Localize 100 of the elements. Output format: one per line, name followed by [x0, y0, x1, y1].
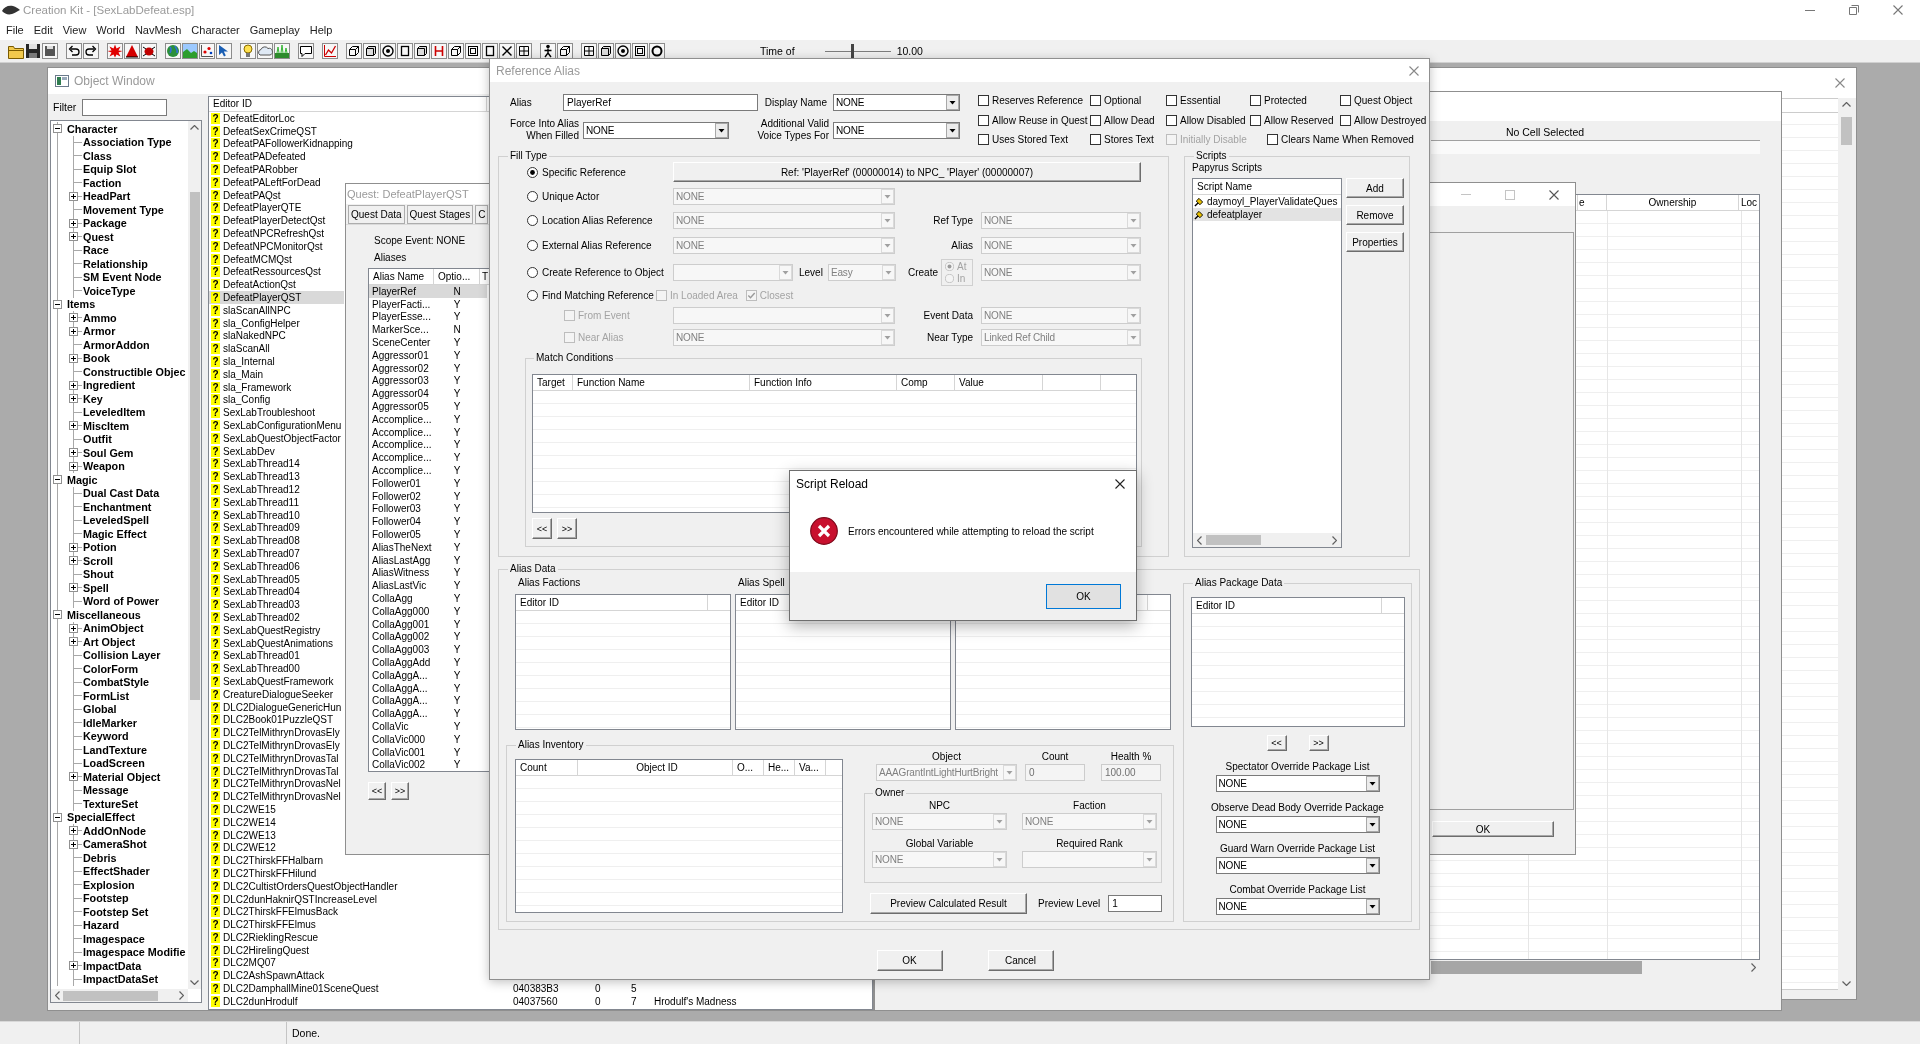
frame-icon[interactable] — [397, 43, 413, 59]
table-row[interactable]: PlayerRef N — [369, 285, 487, 298]
column-header[interactable]: O... — [733, 760, 764, 775]
list-row[interactable]: ? DLC2ThirskFFHalbarn — [209, 854, 344, 867]
caret-icon[interactable] — [946, 94, 959, 110]
list-row[interactable]: ? sla_Internal — [209, 355, 344, 368]
minus-box-icon[interactable] — [53, 124, 62, 134]
caret-icon[interactable] — [715, 122, 728, 138]
column-header[interactable]: Editor ID — [516, 595, 708, 610]
table-row[interactable]: CollaAgg002 Y — [369, 630, 487, 644]
list-row[interactable]: ? DefeatPAQst — [209, 188, 344, 202]
table-row[interactable]: AliasLastAgg Y — [369, 553, 487, 567]
tree-item[interactable]: AddOnNode — [83, 824, 146, 837]
table-row[interactable]: AliasTheNext Y — [369, 540, 487, 554]
grid-icon[interactable] — [581, 43, 597, 59]
dropdown[interactable]: NONE — [1215, 898, 1380, 915]
table-row[interactable]: Follower03 Y — [369, 502, 487, 516]
plus-box-icon[interactable] — [69, 623, 78, 633]
bug-icon[interactable] — [141, 43, 157, 59]
table-row[interactable]: CollaVic Y — [369, 720, 487, 733]
plus-box-icon[interactable] — [69, 839, 78, 849]
tree-item[interactable]: Potion — [83, 541, 117, 554]
list-row[interactable]: ? sla_Main — [209, 367, 344, 381]
list-row[interactable]: ? DefeatEditorLoc — [209, 112, 488, 125]
tree-item[interactable]: Word of Power — [83, 595, 159, 608]
column-header[interactable]: Optio... — [434, 269, 480, 284]
column-header[interactable]: Editor ID — [1192, 598, 1382, 613]
speech-bubble-icon[interactable] — [298, 43, 314, 59]
tree-item[interactable]: Quest — [83, 230, 114, 243]
previous-button[interactable]: << — [1266, 735, 1287, 751]
dropdown[interactable]: NONE — [583, 121, 729, 139]
tree-item[interactable]: Imagespace — [83, 932, 145, 945]
plus-box-icon[interactable] — [69, 556, 78, 566]
tree-item[interactable]: LandTexture — [83, 743, 147, 756]
slider-thumb[interactable] — [850, 44, 854, 58]
column-header[interactable]: Count — [516, 760, 578, 775]
list-row[interactable]: ? SexLabThread05 — [209, 572, 344, 586]
list-row[interactable]: ? DLC2DialogueGenericHun — [209, 700, 344, 714]
radio-button[interactable] — [527, 266, 538, 278]
list-row[interactable]: ? DLC2ThirskFFHilund — [209, 867, 488, 880]
list-row[interactable]: ? DefeatPlayerQTE — [209, 201, 344, 215]
chevron-right-icon[interactable] — [179, 991, 184, 1000]
table-row[interactable]: CollaAgg001 Y — [369, 617, 487, 631]
list-row[interactable]: ? DefeatPlayerDetectQst — [209, 214, 344, 228]
table-row[interactable]: CollaAggA... Y — [369, 668, 487, 682]
checkbox[interactable] — [1090, 134, 1101, 146]
tree-item[interactable]: EffectShader — [83, 865, 150, 878]
list-row[interactable]: ? DLC2TelMithrynDrovasNel — [209, 777, 344, 791]
table-row[interactable]: Aggressor03 Y — [369, 374, 487, 388]
list-row[interactable]: ? slaNakedNPC — [209, 329, 344, 343]
list-row[interactable]: ? DefeatSexCrimeQST — [209, 124, 488, 138]
list-row[interactable]: ? SexLabThread13 — [209, 470, 344, 484]
column-header[interactable]: Comp — [897, 375, 955, 390]
menu-item[interactable]: Character — [186, 24, 245, 36]
filter-field[interactable] — [82, 98, 167, 116]
ring-icon[interactable] — [649, 43, 665, 59]
column-header[interactable]: Value — [955, 375, 1043, 390]
plus-box-icon[interactable] — [69, 313, 78, 323]
list-row[interactable]: ? sla_Framework — [209, 380, 344, 394]
tree-item[interactable]: Magic — [67, 473, 98, 486]
minus-box-icon[interactable] — [53, 475, 62, 485]
caret-icon[interactable] — [1365, 858, 1379, 873]
tree-item[interactable]: Scroll — [83, 554, 113, 567]
caret-icon[interactable] — [946, 122, 959, 138]
table-row[interactable]: Follower04 Y — [369, 515, 487, 529]
tree-item[interactable]: Relationship — [83, 257, 148, 270]
chevron-right-icon[interactable] — [1332, 535, 1337, 545]
tree-item[interactable]: Constructible Objec — [83, 365, 186, 378]
tree-item[interactable]: Spell — [83, 581, 109, 594]
cube-icon[interactable] — [557, 43, 573, 59]
chevron-left-icon[interactable] — [1197, 535, 1202, 545]
chevron-up-icon[interactable] — [1842, 102, 1851, 107]
list-row[interactable]: ? DefeatPALeftForDead — [209, 176, 344, 189]
table-row[interactable]: Accomplice... Y — [369, 464, 487, 477]
dropdown[interactable]: NONE — [833, 93, 960, 111]
minus-box-icon[interactable] — [53, 299, 62, 309]
column-header[interactable]: T — [480, 269, 489, 284]
table-row[interactable]: CollaAggA... Y — [369, 694, 487, 708]
tree-item[interactable]: Class — [83, 149, 112, 162]
tree-item[interactable]: Key — [83, 392, 103, 405]
plus-box-icon[interactable] — [69, 542, 78, 552]
tree-item[interactable]: ArmorAddon — [83, 338, 150, 351]
graph-icon[interactable] — [322, 43, 338, 59]
table-row[interactable]: Aggressor01 Y — [369, 349, 487, 362]
list-row[interactable]: ? DLC2DamphallMine01SceneQuest — [209, 982, 488, 995]
table-row[interactable]: CollaAggAdd Y — [369, 656, 487, 669]
plus-box-icon[interactable] — [69, 421, 78, 431]
cube-icon[interactable] — [414, 43, 430, 59]
list-row[interactable]: ? SexLabThread09 — [209, 521, 344, 535]
previous-button[interactable]: << — [532, 518, 552, 539]
tree-item[interactable]: Footstep — [83, 892, 129, 905]
list-row[interactable]: ? slaScanAllNPC — [209, 303, 344, 317]
tree-item[interactable]: Collision Layer — [83, 649, 161, 662]
table-row[interactable]: CollaVic001 Y — [369, 745, 487, 759]
plus-box-icon[interactable] — [69, 218, 78, 228]
preview-button[interactable]: Preview Calculated Result — [870, 893, 1027, 914]
grass-icon[interactable] — [274, 43, 290, 59]
tab[interactable]: C — [475, 205, 489, 224]
tree-item[interactable]: Ammo — [83, 311, 117, 324]
menu-item[interactable]: Edit — [28, 24, 58, 36]
